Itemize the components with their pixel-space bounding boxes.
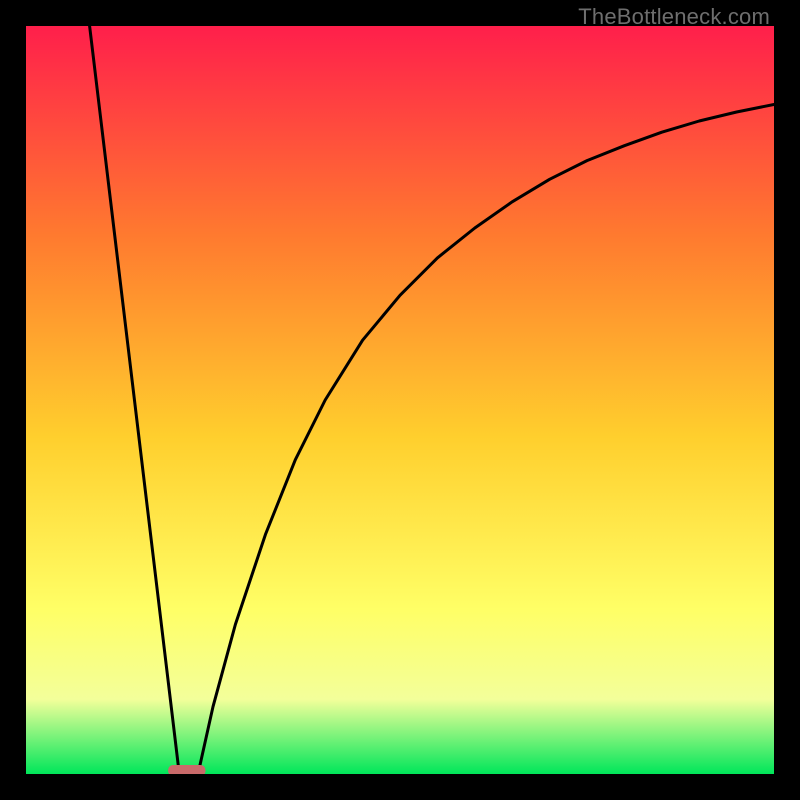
chart-frame [26,26,774,774]
optimal-marker [168,765,205,774]
gradient-background [26,26,774,774]
chart-svg [26,26,774,774]
